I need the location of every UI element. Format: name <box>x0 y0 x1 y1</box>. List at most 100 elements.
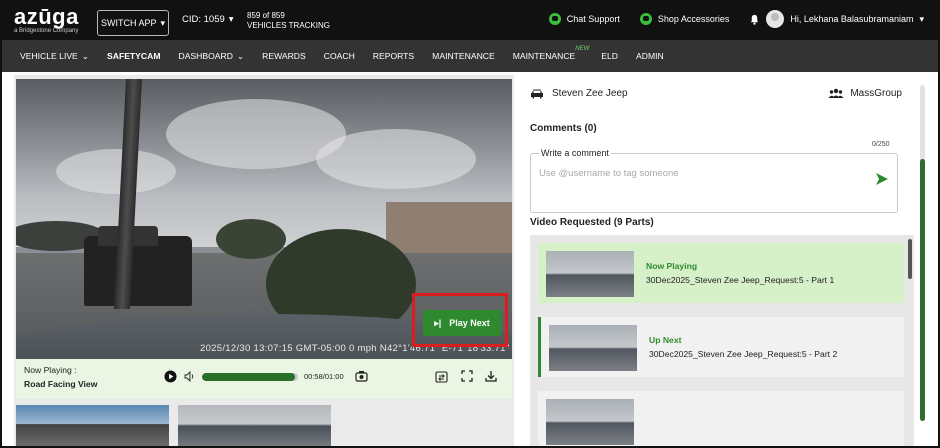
details-panel: Steven Zee Jeep MassGroup Comments (0) 0… <box>522 75 930 446</box>
nav-reports[interactable]: REPORTS <box>373 51 414 61</box>
logo-subtext: a Bridgestone Company <box>14 28 79 34</box>
nav-label: MAINTENANCE <box>512 51 576 61</box>
video-truck <box>84 225 192 306</box>
azuga-logo[interactable]: azūga a Bridgestone Company <box>14 6 94 36</box>
nav-label: REWARDS <box>262 51 306 61</box>
chevron-down-icon: ▾ <box>228 14 234 25</box>
nav-admin[interactable]: ADMIN <box>636 51 664 61</box>
nav-label: ELD <box>601 51 619 61</box>
logo-text: azūga <box>14 4 79 29</box>
part-status: Now Playing <box>646 261 698 271</box>
nav-label: COACH <box>323 51 355 61</box>
app-frame: azūga a Bridgestone Company SWITCH APP ▾… <box>0 0 940 448</box>
main-nav: VEHICLE LIVE ⌄ SAFETYCAM DASHBOARD ⌄ REW… <box>2 40 938 72</box>
chevron-down-icon: ⌄ <box>236 50 245 61</box>
cabin-view-thumbnail[interactable] <box>16 405 169 446</box>
new-badge: NEW <box>575 46 590 52</box>
shop-icon <box>639 13 652 25</box>
video-part-item[interactable]: Up Next 30Dec2025_Steven Zee Jeep_Reques… <box>538 317 904 377</box>
chat-support-link[interactable]: Chat Support <box>548 13 620 25</box>
video-cloud <box>56 149 176 194</box>
video-cloud <box>316 129 476 189</box>
now-playing-value: Road Facing View <box>24 379 98 389</box>
bell-icon[interactable] <box>749 14 760 25</box>
now-playing-label: Now Playing : <box>24 365 77 375</box>
volume-icon[interactable] <box>184 371 196 382</box>
part-thumbnail <box>546 251 634 297</box>
player-controls: Now Playing : Road Facing View 00:58/01:… <box>16 359 512 399</box>
nav-label: VEHICLE LIVE <box>20 51 78 61</box>
panel-scrollbar-thumb[interactable] <box>920 159 925 421</box>
video-panel: 2025/12/30 13:07:15 GMT-05:00 0 mph N42°… <box>14 75 514 446</box>
nav-label: DASHBOARD <box>178 51 233 61</box>
video-progress-bar[interactable] <box>202 373 298 381</box>
comment-label: Write a comment <box>539 148 611 158</box>
vehicles-tracking: 859 of 859 VEHICLES TRACKING <box>247 11 330 31</box>
avatar <box>766 10 785 28</box>
nav-dashboard[interactable]: DASHBOARD ⌄ <box>178 51 244 62</box>
group-icon <box>828 88 844 98</box>
nav-label: REPORTS <box>372 51 415 61</box>
top-bar: azūga a Bridgestone Company SWITCH APP ▾… <box>2 2 938 40</box>
part-name: 30Dec2025_Steven Zee Jeep_Request:5 - Pa… <box>646 275 835 285</box>
top-right-actions: Chat Support Shop Accessories Hi, Lekhan… <box>548 10 924 28</box>
vehicle-info: Steven Zee Jeep MassGroup <box>530 85 902 101</box>
video-parts-list: Now Playing 30Dec2025_Steven Zee Jeep_Re… <box>530 235 914 446</box>
nav-rewards[interactable]: REWARDS <box>262 51 306 61</box>
group-info: MassGroup <box>828 88 902 99</box>
part-status: Up Next <box>649 335 682 345</box>
play-icon[interactable] <box>164 370 177 383</box>
comment-placeholder: Use @username to tag someone <box>539 168 679 179</box>
fullscreen-icon[interactable] <box>461 370 473 382</box>
video-requested-title: Video Requested (9 Parts) <box>530 217 654 228</box>
snapshot-icon[interactable] <box>355 370 368 382</box>
part-name: 30Dec2025_Steven Zee Jeep_Request:5 - Pa… <box>649 349 838 359</box>
video-time: 00:58/01:00 <box>304 372 344 381</box>
list-scrollbar[interactable] <box>908 239 912 279</box>
nav-eld[interactable]: ELD <box>601 51 618 61</box>
video-part-item[interactable]: Now Playing 30Dec2025_Steven Zee Jeep_Re… <box>538 243 904 303</box>
comment-char-count: 0/250 <box>872 141 890 148</box>
chevron-down-icon: ▾ <box>160 17 166 28</box>
tracking-label: VEHICLES TRACKING <box>247 21 330 30</box>
vehicle-name: Steven Zee Jeep <box>552 87 628 99</box>
skip-next-icon: ▸| <box>434 317 442 328</box>
play-next-button[interactable]: ▸| Play Next <box>423 310 501 336</box>
cid-selector[interactable]: CID: 1059 ▾ <box>182 14 234 25</box>
video-progress-fill <box>202 373 296 381</box>
nav-label: MAINTENANCE <box>432 51 495 61</box>
chevron-down-icon: ▾ <box>919 13 924 24</box>
chat-icon <box>548 13 561 25</box>
chat-support-label: Chat Support <box>566 14 620 24</box>
shop-accessories-label: Shop Accessories <box>657 14 730 24</box>
user-menu[interactable]: Hi, Lekhana Balasubramaniam ▾ <box>749 10 924 28</box>
comments-title: Comments (0) <box>530 123 597 134</box>
road-view-thumbnail[interactable] <box>178 405 331 446</box>
tracking-count: 859 of 859 <box>247 11 285 20</box>
nav-safetycam[interactable]: SAFETYCAM <box>107 51 160 61</box>
nav-maintenance-new[interactable]: MAINTENANCE NEW <box>512 46 590 61</box>
group-name: MassGroup <box>850 87 902 99</box>
nav-vehicle-live[interactable]: VEHICLE LIVE ⌄ <box>20 51 89 62</box>
nav-label: ADMIN <box>636 51 664 61</box>
nav-maintenance[interactable]: MAINTENANCE <box>432 51 495 61</box>
nav-coach[interactable]: COACH <box>324 51 355 61</box>
download-icon[interactable] <box>485 370 497 382</box>
play-next-label: Play Next <box>449 318 490 328</box>
switch-app-button[interactable]: SWITCH APP ▾ <box>97 10 169 36</box>
car-icon <box>531 89 543 98</box>
send-icon[interactable] <box>875 172 889 186</box>
switch-app-label: SWITCH APP <box>100 18 157 28</box>
video-part-item[interactable] <box>538 391 904 446</box>
panel-scrollbar[interactable] <box>920 85 925 421</box>
user-greeting: Hi, Lekhana Balasubramaniam <box>790 14 914 24</box>
part-thumbnail <box>549 325 637 371</box>
vehicle-name-group: Steven Zee Jeep <box>530 88 628 99</box>
part-thumbnail <box>546 399 634 445</box>
nav-label: SAFETYCAM <box>107 51 161 61</box>
cid-label: CID: 1059 <box>182 14 225 25</box>
comment-input[interactable]: Write a comment Use @username to tag som… <box>530 148 898 213</box>
shop-accessories-link[interactable]: Shop Accessories <box>639 13 730 25</box>
swap-camera-icon[interactable] <box>435 370 448 383</box>
camera-thumbnails <box>16 405 512 446</box>
